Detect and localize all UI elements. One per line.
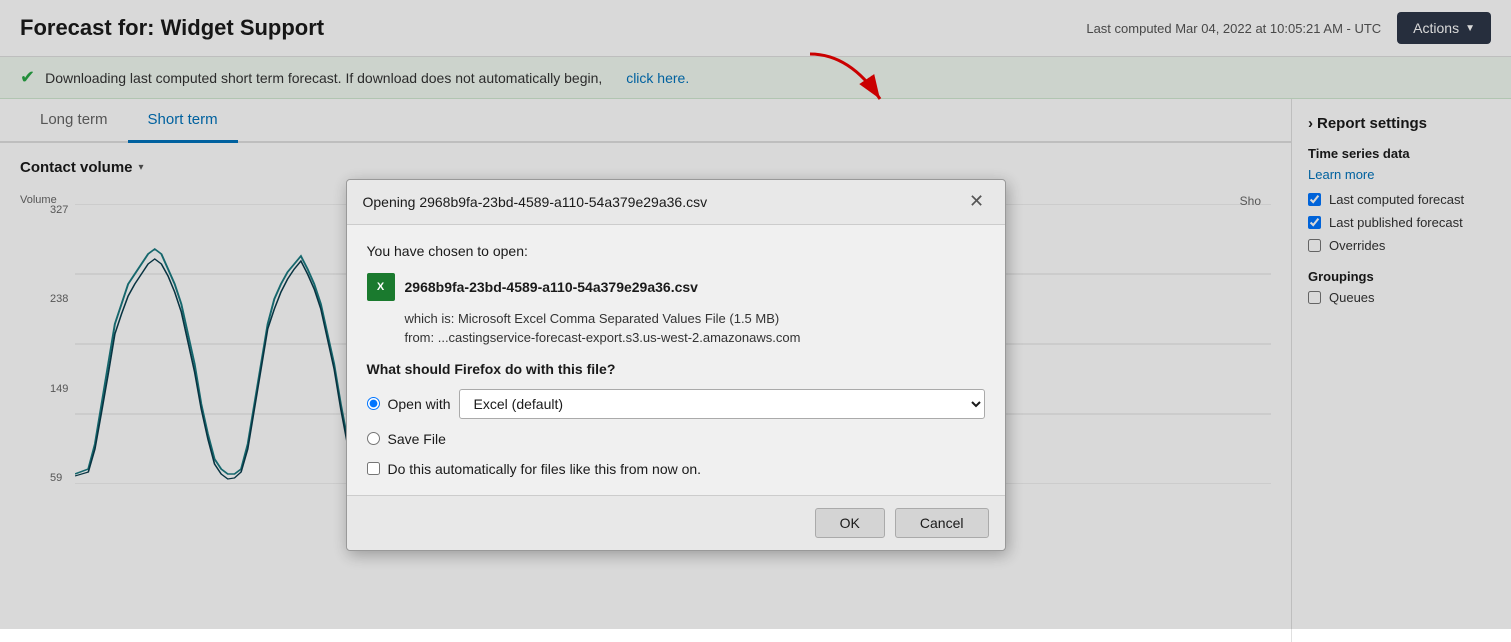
checkbox-last-published[interactable]: Last published forecast	[1308, 215, 1495, 230]
file-from-info: from: ...castingservice-forecast-export.…	[405, 330, 985, 345]
actions-button[interactable]: Actions ▼	[1397, 12, 1491, 44]
success-icon: ✔	[20, 67, 35, 88]
app-select[interactable]: Excel (default)	[459, 389, 985, 419]
checkbox-last-computed-input[interactable]	[1308, 193, 1321, 206]
radio-save-file: Save File	[367, 431, 985, 447]
ok-button[interactable]: OK	[815, 508, 885, 538]
dialog-title: Opening 2968b9fa-23bd-4589-a110-54a379e2…	[363, 194, 708, 210]
header-right: Last computed Mar 04, 2022 at 10:05:21 A…	[1086, 12, 1491, 44]
auto-checkbox[interactable]: Do this automatically for files like thi…	[367, 461, 985, 477]
banner-message: Downloading last computed short term for…	[45, 70, 602, 86]
chart-dropdown-icon[interactable]: ▾	[139, 162, 144, 173]
checkbox-queues-label: Queues	[1329, 290, 1375, 305]
checkbox-overrides-label: Overrides	[1329, 238, 1385, 253]
radio-open-with: Open with Excel (default)	[367, 389, 985, 419]
checkbox-last-computed[interactable]: Last computed forecast	[1308, 192, 1495, 207]
tabs-bar: Long term Short term	[0, 99, 1291, 143]
y-tick-59: 59	[50, 472, 68, 484]
checkbox-overrides-input[interactable]	[1308, 239, 1321, 252]
checkbox-queues-input[interactable]	[1308, 291, 1321, 304]
dialog-question: What should Firefox do with this file?	[367, 361, 985, 377]
checkbox-queues[interactable]: Queues	[1308, 290, 1495, 305]
download-banner: ✔ Downloading last computed short term f…	[0, 57, 1511, 99]
dialog-body: You have chosen to open: X 2968b9fa-23bd…	[347, 225, 1005, 495]
groupings-checkboxes: Queues	[1308, 290, 1495, 305]
chevron-right-icon: ›	[1308, 115, 1313, 132]
click-here-link[interactable]: click here.	[626, 70, 689, 86]
page-title: Forecast for: Widget Support	[20, 15, 324, 41]
groupings-label: Groupings	[1308, 269, 1495, 284]
checkbox-last-published-label: Last published forecast	[1329, 215, 1463, 230]
dialog-intro-text: You have chosen to open:	[367, 243, 985, 259]
report-settings-title: Report settings	[1317, 115, 1427, 132]
checkbox-overrides[interactable]: Overrides	[1308, 238, 1495, 253]
file-open-dialog: Opening 2968b9fa-23bd-4589-a110-54a379e2…	[346, 179, 1006, 551]
learn-more-link[interactable]: Learn more	[1308, 167, 1495, 182]
actions-label: Actions	[1413, 20, 1459, 36]
dialog-footer: OK Cancel	[347, 495, 1005, 550]
chevron-down-icon: ▼	[1465, 23, 1475, 34]
file-row: X 2968b9fa-23bd-4589-a110-54a379e29a36.c…	[367, 273, 985, 301]
file-excel-icon: X	[367, 273, 395, 301]
tab-short-term[interactable]: Short term	[128, 99, 238, 143]
chart-title: Contact volume	[20, 159, 133, 176]
radio-open-with-input[interactable]	[367, 397, 380, 410]
radio-save-file-input[interactable]	[367, 432, 380, 445]
time-series-checkboxes: Last computed forecast Last published fo…	[1308, 192, 1495, 253]
last-computed-timestamp: Last computed Mar 04, 2022 at 10:05:21 A…	[1086, 21, 1381, 36]
auto-checkbox-input[interactable]	[367, 462, 380, 475]
time-series-label: Time series data	[1308, 146, 1495, 161]
radio-group: Open with Excel (default) Save File	[367, 389, 985, 447]
sho-label: Sho	[1240, 194, 1261, 208]
cancel-button[interactable]: Cancel	[895, 508, 989, 538]
checkbox-last-published-input[interactable]	[1308, 216, 1321, 229]
y-tick-238: 238	[50, 293, 68, 305]
file-type-info: which is: Microsoft Excel Comma Separate…	[405, 311, 985, 326]
chart-header: Contact volume ▾	[20, 159, 1271, 176]
right-panel: › Report settings Time series data Learn…	[1291, 99, 1511, 642]
y-tick-149: 149	[50, 383, 68, 395]
checkbox-last-computed-label: Last computed forecast	[1329, 192, 1464, 207]
auto-checkbox-label: Do this automatically for files like thi…	[388, 461, 702, 477]
header: Forecast for: Widget Support Last comput…	[0, 0, 1511, 57]
y-axis: 327 238 149 59	[50, 204, 68, 484]
report-settings-header[interactable]: › Report settings	[1308, 115, 1495, 132]
y-tick-327: 327	[50, 204, 68, 216]
file-name: 2968b9fa-23bd-4589-a110-54a379e29a36.csv	[405, 279, 698, 295]
dialog-titlebar: Opening 2968b9fa-23bd-4589-a110-54a379e2…	[347, 180, 1005, 225]
dialog-close-button[interactable]: ✕	[965, 190, 989, 214]
radio-open-with-label: Open with	[388, 396, 451, 412]
radio-save-file-label: Save File	[388, 431, 446, 447]
tab-long-term[interactable]: Long term	[20, 99, 128, 143]
groupings-section: Groupings Queues	[1308, 269, 1495, 305]
